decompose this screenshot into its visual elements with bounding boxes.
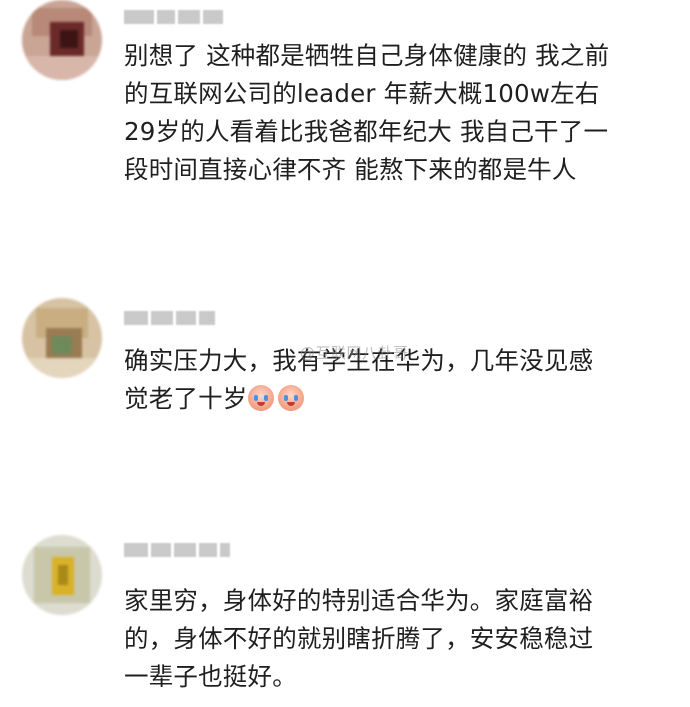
- username[interactable]: [124, 10, 223, 24]
- crying-face-icon: [277, 385, 304, 411]
- avatar[interactable]: [22, 0, 102, 80]
- comment-text: 别想了 这种都是牺牲自己身体健康的 我之前 的互联网公司的leader 年薪大概…: [124, 41, 610, 184]
- username[interactable]: [124, 311, 215, 325]
- avatar[interactable]: [22, 298, 102, 378]
- username[interactable]: [124, 543, 230, 557]
- comment-text: 家里穷，身体好的特别适合华为。家庭富裕 的，身体不好的就别瞎折腾了，安安稳稳过 …: [124, 586, 594, 691]
- watermark: @互联网八卦哥: [300, 344, 409, 362]
- avatar[interactable]: [22, 535, 102, 615]
- crying-face-icon: [247, 385, 274, 411]
